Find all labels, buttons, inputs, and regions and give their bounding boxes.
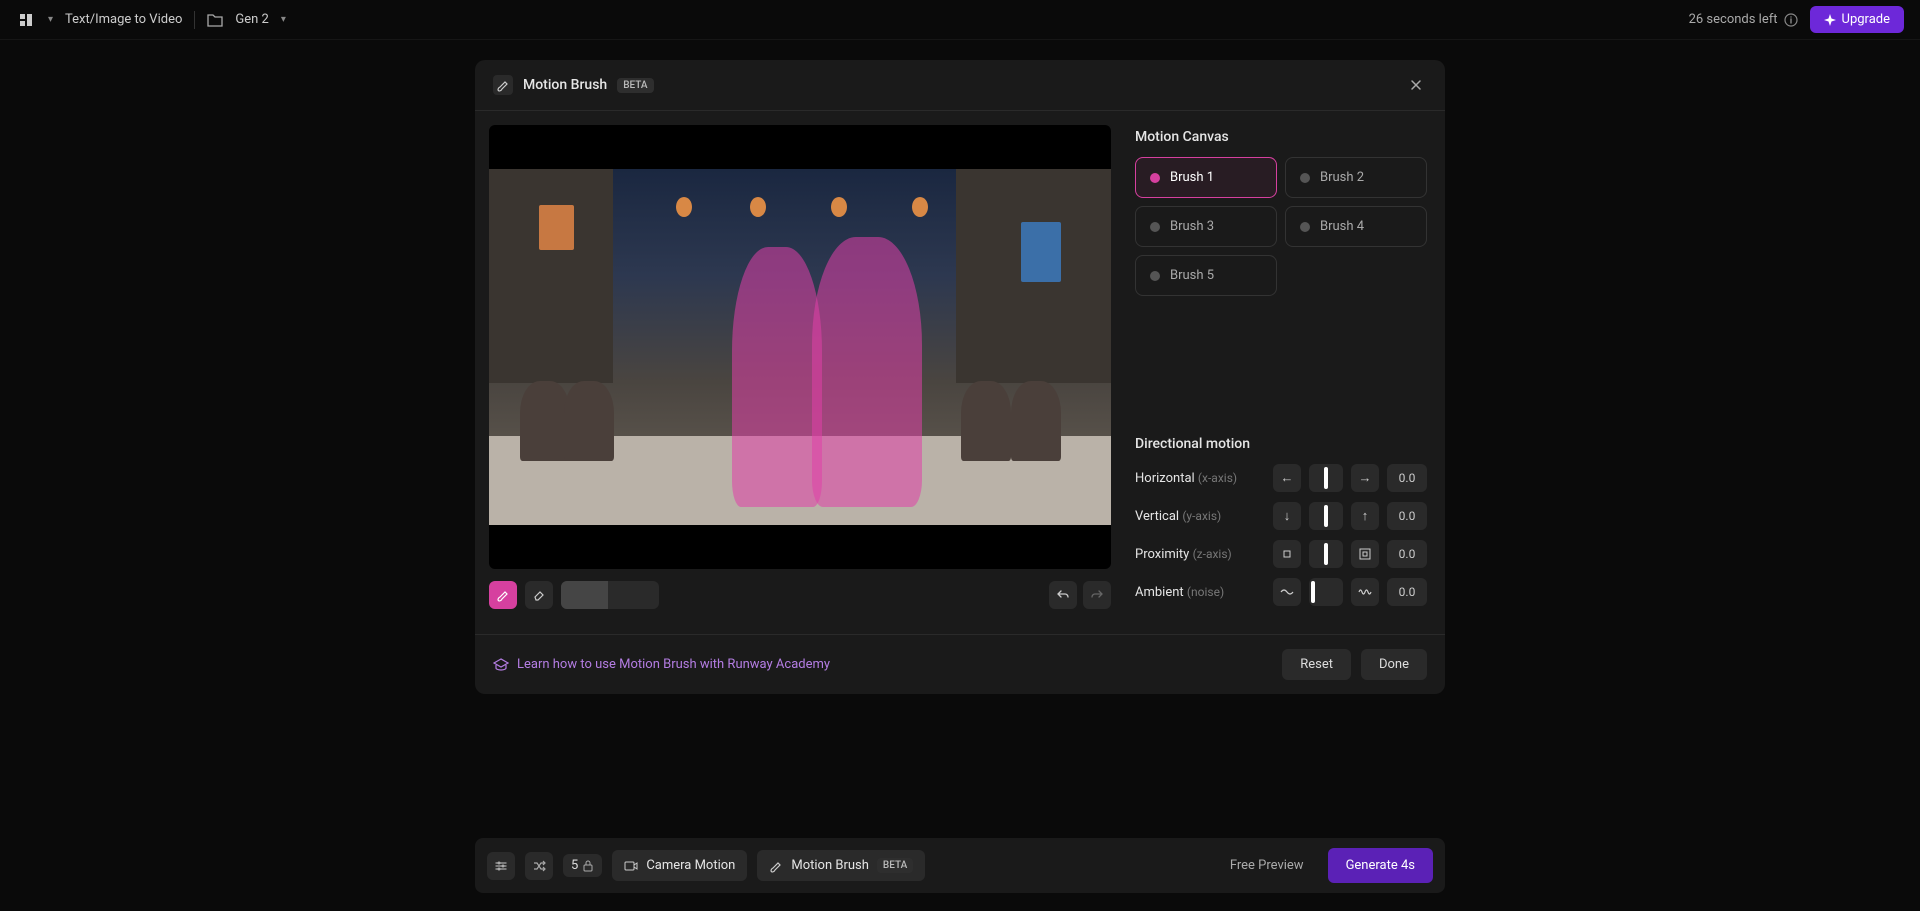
free-preview-button[interactable]: Free Preview: [1216, 850, 1318, 881]
proximity-near-button[interactable]: [1351, 540, 1379, 568]
settings-panel: Motion Canvas Brush 1 Brush 2 Brush 3 Br…: [1125, 111, 1445, 634]
close-icon: [1409, 78, 1423, 92]
done-button[interactable]: Done: [1361, 649, 1427, 680]
canvas-panel: [475, 111, 1125, 634]
ambient-axis: (noise): [1187, 585, 1224, 599]
vertical-slider[interactable]: [1309, 502, 1343, 530]
reset-button[interactable]: Reset: [1282, 649, 1351, 680]
modal-backdrop: Motion Brush BETA: [0, 0, 1920, 911]
beta-badge: BETA: [877, 858, 913, 873]
horizontal-right-button[interactable]: →: [1351, 464, 1379, 492]
camera-motion-button[interactable]: Camera Motion: [612, 850, 747, 881]
shuffle-icon[interactable]: [525, 852, 553, 880]
lock-icon: [582, 860, 594, 872]
ambient-slider[interactable]: [1309, 578, 1343, 606]
brush-4-button[interactable]: Brush 4: [1285, 206, 1427, 247]
directional-title: Directional motion: [1135, 436, 1427, 452]
brush-mask-person-1: [732, 247, 822, 507]
beta-badge: BETA: [617, 78, 653, 93]
brush-tool-button[interactable]: [489, 581, 517, 609]
camera-motion-label: Camera Motion: [646, 858, 735, 873]
vertical-row: Vertical (y-axis) ↓ ↑ 0.0: [1135, 502, 1427, 530]
proximity-value[interactable]: 0.0: [1387, 540, 1427, 568]
brush-size-slider[interactable]: [561, 581, 659, 609]
vertical-label: Vertical: [1135, 509, 1179, 524]
vertical-down-button[interactable]: ↓: [1273, 502, 1301, 530]
vertical-up-button[interactable]: ↑: [1351, 502, 1379, 530]
ambient-low-button[interactable]: [1273, 578, 1301, 606]
modal-title: Motion Brush: [523, 77, 607, 93]
motion-brush-label: Motion Brush: [791, 858, 869, 873]
close-button[interactable]: [1405, 74, 1427, 96]
undo-button[interactable]: [1049, 581, 1077, 609]
settings-icon[interactable]: [487, 852, 515, 880]
generate-button[interactable]: Generate 4s: [1328, 848, 1433, 883]
ambient-high-button[interactable]: [1351, 578, 1379, 606]
learn-link[interactable]: Learn how to use Motion Brush with Runwa…: [493, 657, 830, 672]
motion-brush-modal: Motion Brush BETA: [475, 60, 1445, 694]
brush-2-label: Brush 2: [1320, 170, 1364, 185]
proximity-far-button[interactable]: [1273, 540, 1301, 568]
seed-value: 5: [571, 858, 578, 873]
brush-grid: Brush 1 Brush 2 Brush 3 Brush 4 Brush 5: [1135, 157, 1427, 296]
brush-2-button[interactable]: Brush 2: [1285, 157, 1427, 198]
ambient-row: Ambient (noise) 0.0: [1135, 578, 1427, 606]
proximity-label: Proximity: [1135, 547, 1189, 562]
brush-1-label: Brush 1: [1170, 170, 1214, 185]
modal-body: Motion Canvas Brush 1 Brush 2 Brush 3 Br…: [475, 111, 1445, 634]
horizontal-row: Horizontal (x-axis) ← → 0.0: [1135, 464, 1427, 492]
brush-3-button[interactable]: Brush 3: [1135, 206, 1277, 247]
brush-4-label: Brush 4: [1320, 219, 1364, 234]
motion-canvas-title: Motion Canvas: [1135, 129, 1427, 145]
motion-brush-button[interactable]: Motion Brush BETA: [757, 850, 925, 881]
motion-brush-icon: [769, 859, 783, 873]
modal-header: Motion Brush BETA: [475, 60, 1445, 111]
academy-icon: [493, 658, 509, 672]
horizontal-slider[interactable]: [1309, 464, 1343, 492]
modal-footer: Learn how to use Motion Brush with Runwa…: [475, 634, 1445, 694]
proximity-axis: (z-axis): [1193, 547, 1232, 561]
brush-5-button[interactable]: Brush 5: [1135, 255, 1277, 296]
canvas-viewport[interactable]: [489, 125, 1111, 569]
vertical-value[interactable]: 0.0: [1387, 502, 1427, 530]
directional-motion-section: Directional motion Horizontal (x-axis) ←…: [1135, 436, 1427, 606]
learn-link-text: Learn how to use Motion Brush with Runwa…: [517, 657, 830, 672]
eraser-tool-button[interactable]: [525, 581, 553, 609]
bottom-bar: 5 Camera Motion Motion Brush BETA Free P…: [475, 838, 1445, 893]
seed-stepper[interactable]: 5: [563, 854, 602, 877]
horizontal-label: Horizontal: [1135, 471, 1195, 486]
brush-mask-person-2: [812, 237, 922, 507]
motion-brush-icon: [493, 75, 513, 95]
horizontal-value[interactable]: 0.0: [1387, 464, 1427, 492]
ambient-label: Ambient: [1135, 585, 1184, 600]
proximity-row: Proximity (z-axis) 0.0: [1135, 540, 1427, 568]
brush-5-label: Brush 5: [1170, 268, 1214, 283]
proximity-slider[interactable]: [1309, 540, 1343, 568]
canvas-toolbar: [489, 569, 1111, 621]
redo-button[interactable]: [1083, 581, 1111, 609]
brush-1-button[interactable]: Brush 1: [1135, 157, 1277, 198]
canvas-image: [489, 169, 1111, 525]
horizontal-axis: (x-axis): [1198, 471, 1237, 485]
brush-3-label: Brush 3: [1170, 219, 1214, 234]
camera-icon: [624, 860, 638, 872]
vertical-axis: (y-axis): [1182, 509, 1221, 523]
horizontal-left-button[interactable]: ←: [1273, 464, 1301, 492]
ambient-value[interactable]: 0.0: [1387, 578, 1427, 606]
